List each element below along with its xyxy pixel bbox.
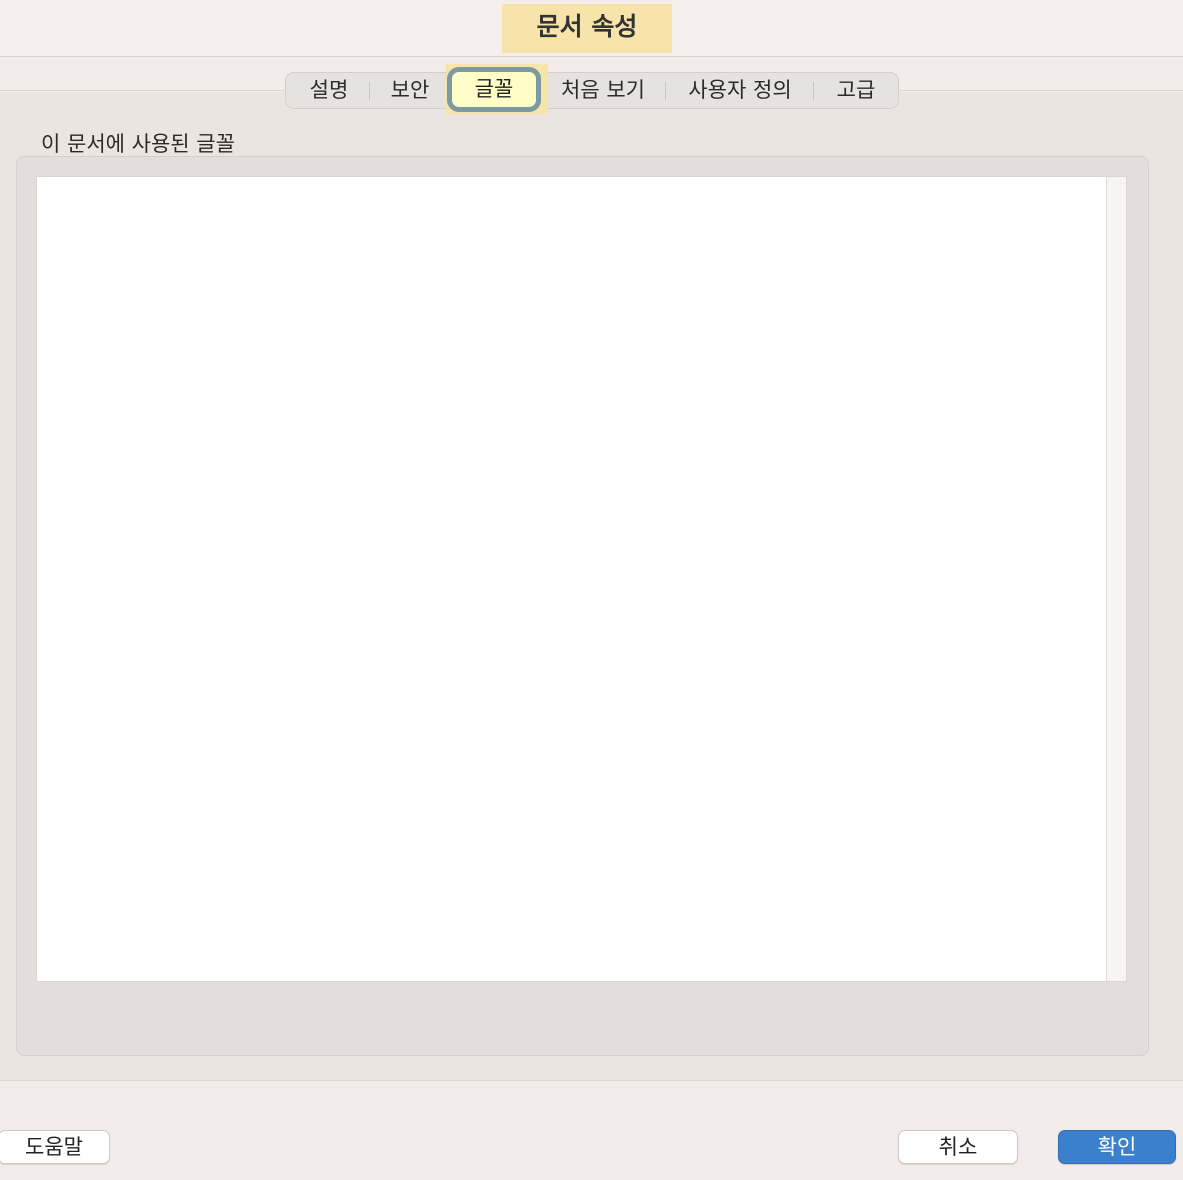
tab-bar: 설명 보안 처음 보기 사용자 정의 고급 — [285, 72, 899, 109]
tab-separator — [813, 82, 814, 100]
font-list-scrollbar[interactable] — [1106, 177, 1126, 981]
window-title: 문서 속성 — [502, 4, 672, 53]
bottom-button-bar: 도움말 취소 확인 — [0, 1080, 1183, 1180]
tab-fonts[interactable]: 글꼴 — [447, 67, 541, 112]
tab-separator — [665, 82, 666, 100]
tab-initial-view[interactable]: 처음 보기 — [548, 73, 658, 108]
tab-advanced[interactable]: 고급 — [824, 73, 888, 108]
title-bar: 문서 속성 — [0, 0, 1183, 57]
font-list[interactable] — [36, 176, 1127, 982]
help-button[interactable]: 도움말 — [0, 1130, 110, 1164]
tab-security[interactable]: 보안 — [378, 73, 442, 108]
tab-separator — [369, 82, 370, 100]
ok-button[interactable]: 확인 — [1058, 1130, 1176, 1164]
fonts-section-heading: 이 문서에 사용된 글꼴 — [41, 132, 235, 156]
tab-custom[interactable]: 사용자 정의 — [678, 73, 802, 108]
cancel-button[interactable]: 취소 — [898, 1130, 1018, 1164]
document-properties-window: 문서 속성 설명 보안 처음 보기 사용자 정의 고급 글꼴 이 문서에 사용된… — [0, 0, 1183, 1180]
tab-description[interactable]: 설명 — [294, 73, 364, 108]
